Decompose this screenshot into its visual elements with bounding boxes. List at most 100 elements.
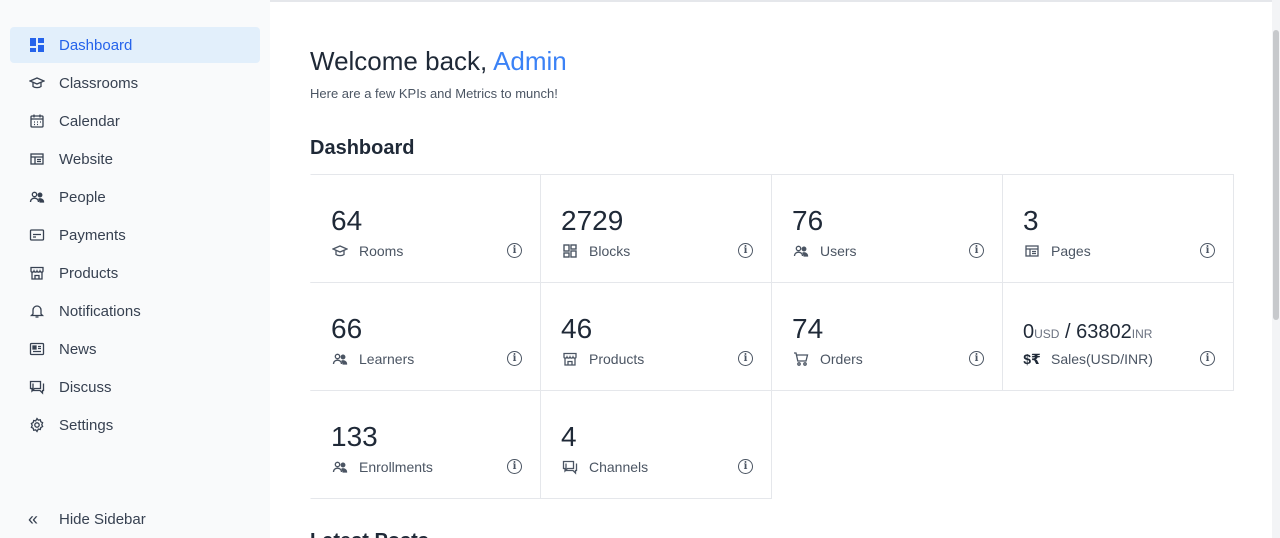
sales-usd-unit: USD <box>1034 327 1060 341</box>
sidebar-item-payments[interactable]: Payments <box>10 217 260 253</box>
info-icon[interactable]: i <box>507 459 522 474</box>
kpi-label-row: Users <box>792 242 857 260</box>
sidebar-item-discuss[interactable]: Discuss <box>10 369 260 405</box>
kpi-label-row: Products <box>561 350 644 368</box>
kpi-card-learners: 66 Learners i <box>310 282 541 391</box>
info-icon[interactable]: i <box>507 243 522 258</box>
sidebar-item-label: Classrooms <box>59 74 139 92</box>
kpi-value: 66 <box>331 313 363 344</box>
info-icon[interactable]: i <box>738 351 753 366</box>
welcome-heading: Welcome back, Admin <box>310 46 567 77</box>
sidebar-item-label: Calendar <box>59 112 120 130</box>
sidebar-item-products[interactable]: Products <box>10 255 260 291</box>
kpi-card-products: 46 Products i <box>541 282 772 391</box>
chat-icon <box>561 458 579 476</box>
newspaper-icon <box>28 340 46 358</box>
welcome-user-name: Admin <box>493 46 567 76</box>
cart-icon <box>792 350 810 368</box>
info-icon[interactable]: i <box>738 459 753 474</box>
kpi-card-channels: 4 Channels i <box>541 390 772 499</box>
kpi-label: Learners <box>359 351 415 367</box>
graduation-cap-icon <box>331 242 349 260</box>
scrollbar-thumb[interactable] <box>1273 30 1279 320</box>
kpi-label-row: Rooms <box>331 242 403 260</box>
sidebar-item-dashboard[interactable]: Dashboard <box>10 27 260 63</box>
chat-icon <box>28 378 46 396</box>
website-layout-icon <box>1023 242 1041 260</box>
sidebar-item-label: Settings <box>59 416 114 434</box>
welcome-subtitle: Here are a few KPIs and Metrics to munch… <box>310 86 558 101</box>
info-icon[interactable]: i <box>969 243 984 258</box>
kpi-label-row: Learners <box>331 350 414 368</box>
kpi-label-row: Channels <box>561 458 648 476</box>
people-icon <box>331 458 349 476</box>
sidebar-item-calendar[interactable]: Calendar <box>10 103 260 139</box>
kpi-card-enrollments: 133 Enrollments i <box>310 390 541 499</box>
welcome-prefix: Welcome back, <box>310 46 488 76</box>
info-icon[interactable]: i <box>969 351 984 366</box>
kpi-grid: 64 Rooms i 2729 Blocks i 76 Users i 3 Pa… <box>310 174 1234 499</box>
sidebar-item-people[interactable]: People <box>10 179 260 215</box>
kpi-value: 64 <box>331 205 363 236</box>
kpi-label: Orders <box>820 351 863 367</box>
kpi-value: 74 <box>792 313 824 344</box>
sidebar-item-label: Notifications <box>59 302 141 320</box>
sidebar-item-website[interactable]: Website <box>10 141 260 177</box>
kpi-label: Channels <box>589 459 649 475</box>
sidebar-item-label: Payments <box>59 226 126 244</box>
sidebar-item-settings[interactable]: Settings <box>10 407 260 443</box>
kpi-card-blocks: 2729 Blocks i <box>541 174 772 283</box>
people-icon <box>28 188 46 206</box>
double-chevron-left-icon: « <box>28 509 39 529</box>
info-icon[interactable]: i <box>738 243 753 258</box>
kpi-label: Sales(USD/INR) <box>1051 351 1153 367</box>
sidebar-item-label: Website <box>59 150 113 168</box>
kpi-label-row: Blocks <box>561 242 630 260</box>
credit-card-icon <box>28 226 46 244</box>
bell-icon <box>28 302 46 320</box>
kpi-card-sales: 0USD / 63802INR $₹ Sales(USD/INR) i <box>1003 282 1234 391</box>
sidebar: Dashboard Classrooms Calendar Website Pe… <box>0 0 270 538</box>
kpi-value: 3 <box>1023 205 1039 236</box>
store-icon <box>28 264 46 282</box>
sales-inr-unit: INR <box>1131 327 1153 341</box>
hide-sidebar-label: Hide Sidebar <box>59 510 146 528</box>
kpi-value: 4 <box>561 421 577 452</box>
sidebar-item-classrooms[interactable]: Classrooms <box>10 65 260 101</box>
sidebar-item-label: Dashboard <box>59 36 133 54</box>
kpi-card-pages: 3 Pages i <box>1003 174 1234 283</box>
info-icon[interactable]: i <box>1200 351 1215 366</box>
info-icon[interactable]: i <box>1200 243 1215 258</box>
sales-usd-value: 0 <box>1023 321 1035 343</box>
blocks-icon <box>561 242 579 260</box>
currency-icon: $₹ <box>1023 350 1041 367</box>
gear-icon <box>28 416 46 434</box>
page-scrollbar[interactable] <box>1272 0 1280 538</box>
calendar-icon <box>28 112 46 130</box>
kpi-label-row: Orders <box>792 350 863 368</box>
next-section-heading: Latest Posts <box>310 530 429 538</box>
kpi-label: Pages <box>1051 243 1091 259</box>
sidebar-item-label: Discuss <box>59 378 112 396</box>
people-icon <box>331 350 349 368</box>
sidebar-item-notifications[interactable]: Notifications <box>10 293 260 329</box>
kpi-label-row: $₹ Sales(USD/INR) <box>1023 350 1153 368</box>
kpi-value: 76 <box>792 205 824 236</box>
kpi-value: 133 <box>331 421 378 452</box>
kpi-label-row: Enrollments <box>331 458 433 476</box>
store-icon <box>561 350 579 368</box>
kpi-value-sales: 0USD / 63802INR <box>1023 321 1152 344</box>
section-title: Dashboard <box>310 137 415 159</box>
kpi-label-row: Pages <box>1023 242 1091 260</box>
sidebar-item-label: Products <box>59 264 119 282</box>
kpi-label: Rooms <box>359 243 404 259</box>
dashboard-icon <box>28 36 46 54</box>
sales-separator: / <box>1065 321 1071 343</box>
hide-sidebar-button[interactable]: « Hide Sidebar <box>28 510 146 528</box>
kpi-value: 46 <box>561 313 593 344</box>
sidebar-item-news[interactable]: News <box>10 331 260 367</box>
kpi-label: Blocks <box>589 243 631 259</box>
info-icon[interactable]: i <box>507 351 522 366</box>
kpi-card-orders: 74 Orders i <box>772 282 1003 391</box>
kpi-label: Enrollments <box>359 459 433 475</box>
